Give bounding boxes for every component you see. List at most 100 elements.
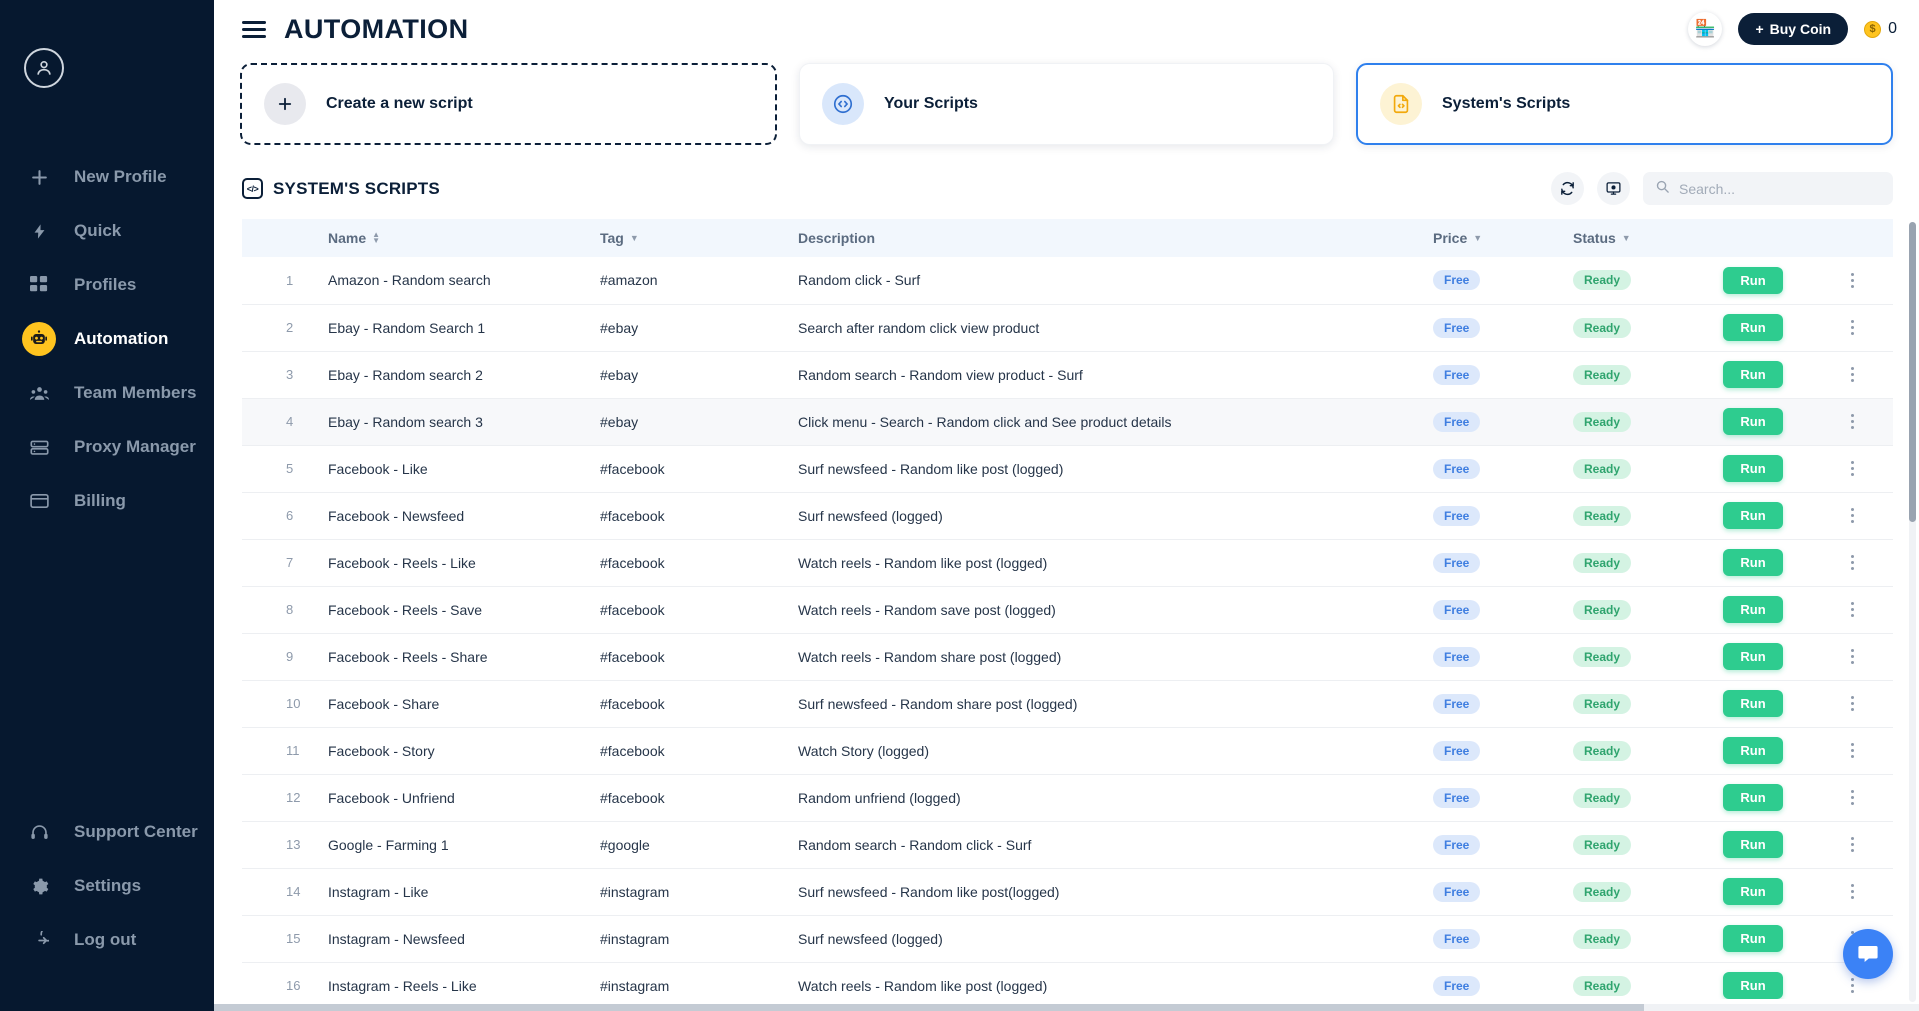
row-kebab-menu-icon[interactable] <box>1843 367 1861 382</box>
create-new-script-card[interactable]: Create a new script <box>240 63 777 145</box>
sidebar-item-automation[interactable]: Automation <box>0 312 214 366</box>
cell-run: Run <box>1723 445 1843 493</box>
table-row[interactable]: 15 Instagram - Newsfeed #instagram Surf new… <box>242 915 1893 963</box>
search-box[interactable] <box>1643 172 1893 205</box>
cell-menu <box>1843 257 1893 305</box>
your-scripts-card[interactable]: Your Scripts <box>799 63 1334 145</box>
run-button[interactable]: Run <box>1723 314 1783 341</box>
monitor-settings-icon[interactable] <box>1597 172 1630 205</box>
cell-index: 16 <box>242 962 320 999</box>
horizontal-scrollbar[interactable] <box>214 1004 1919 1011</box>
table-row[interactable]: 8 Facebook - Reels - Save #facebook Watch r… <box>242 586 1893 634</box>
sort-updown-icon[interactable]: ▲ ▼ <box>372 231 380 244</box>
column-name-label: Name <box>328 230 367 246</box>
column-name[interactable]: Name ▲ ▼ <box>320 219 600 257</box>
row-kebab-menu-icon[interactable] <box>1843 320 1861 335</box>
price-badge: Free <box>1433 928 1481 949</box>
cell-description: Watch reels - Random save post (logged) <box>798 586 1433 634</box>
run-button[interactable]: Run <box>1723 737 1783 764</box>
sidebar-item-profiles[interactable]: Profiles <box>0 258 214 312</box>
run-button[interactable]: Run <box>1723 784 1783 811</box>
scrollbar-thumb[interactable] <box>1909 222 1916 522</box>
row-kebab-menu-icon[interactable] <box>1843 696 1861 711</box>
sidebar-item-quick[interactable]: Quick <box>0 204 214 258</box>
table-row[interactable]: 13 Google - Farming 1 #google Random search… <box>242 821 1893 869</box>
run-button[interactable]: Run <box>1723 361 1783 388</box>
sidebar-item-proxy-manager[interactable]: Proxy Manager <box>0 420 214 474</box>
refresh-icon[interactable] <box>1551 172 1584 205</box>
row-kebab-menu-icon[interactable] <box>1843 837 1861 852</box>
table-row[interactable]: 6 Facebook - Newsfeed #facebook Surf newsfe… <box>242 492 1893 540</box>
run-button[interactable]: Run <box>1723 831 1783 858</box>
table-row[interactable]: 10 Facebook - Share #facebook Surf newsfeed… <box>242 680 1893 728</box>
row-kebab-menu-icon[interactable] <box>1843 414 1861 429</box>
cell-description: Watch reels - Random share post (logged) <box>798 633 1433 681</box>
cell-price: Free <box>1433 304 1573 352</box>
run-button[interactable]: Run <box>1723 972 1783 999</box>
sidebar-item-label: Quick <box>74 221 122 240</box>
run-button[interactable]: Run <box>1723 549 1783 576</box>
run-button[interactable]: Run <box>1723 596 1783 623</box>
systems-scripts-card[interactable]: System's Scripts <box>1356 63 1893 145</box>
row-kebab-menu-icon[interactable] <box>1843 649 1861 664</box>
table-row[interactable]: 11 Facebook - Story #facebook Watch Story (… <box>242 727 1893 775</box>
table-vertical-scrollbar[interactable] <box>1909 222 1916 1002</box>
row-kebab-menu-icon[interactable] <box>1843 272 1861 288</box>
run-button[interactable]: Run <box>1723 690 1783 717</box>
table-row[interactable]: 12 Facebook - Unfriend #facebook Random unf… <box>242 774 1893 822</box>
sidebar-item-new-profile[interactable]: New Profile <box>0 150 214 204</box>
proxy-server-icon <box>22 430 56 464</box>
chevron-down-icon[interactable]: ▼ <box>1473 233 1482 243</box>
run-button[interactable]: Run <box>1723 266 1783 294</box>
table-row[interactable]: 1 Amazon - Random search #amazon Random cli… <box>242 257 1893 305</box>
run-button[interactable]: Run <box>1723 408 1783 435</box>
avatar[interactable] <box>0 0 214 88</box>
sidebar-item-settings[interactable]: Settings <box>0 859 214 913</box>
row-kebab-menu-icon[interactable] <box>1843 790 1861 805</box>
table-row[interactable]: 5 Facebook - Like #facebook Surf newsfeed -… <box>242 445 1893 493</box>
cell-index: 11 <box>242 727 320 775</box>
scrollbar-thumb-horizontal[interactable] <box>214 1004 1644 1011</box>
cell-index: 15 <box>242 915 320 963</box>
column-status[interactable]: Status ▼ <box>1573 219 1723 257</box>
table-row[interactable]: 14 Instagram - Like #instagram Surf newsfee… <box>242 868 1893 916</box>
cell-tag: #facebook <box>600 492 798 540</box>
cell-price: Free <box>1433 445 1573 493</box>
column-price-label: Price <box>1433 230 1468 246</box>
store-icon[interactable]: 🏪 <box>1688 12 1723 46</box>
row-kebab-menu-icon[interactable] <box>1843 508 1861 523</box>
cell-description: Random search - Random click - Surf <box>798 821 1433 869</box>
run-button[interactable]: Run <box>1723 643 1783 670</box>
chevron-down-icon[interactable]: ▼ <box>630 233 639 243</box>
row-kebab-menu-icon[interactable] <box>1843 884 1861 899</box>
hamburger-icon[interactable] <box>242 17 266 42</box>
column-tag[interactable]: Tag ▼ <box>600 219 798 257</box>
chat-bubble-icon[interactable] <box>1843 929 1893 979</box>
sidebar-item-billing[interactable]: Billing <box>0 474 214 528</box>
user-avatar-icon[interactable] <box>24 48 64 88</box>
table-row[interactable]: 3 Ebay - Random search 2 #ebay Random searc… <box>242 351 1893 399</box>
search-input[interactable] <box>1679 180 1881 197</box>
table-row[interactable]: 9 Facebook - Reels - Share #facebook Watch … <box>242 633 1893 681</box>
sidebar-item-log-out[interactable]: Log out <box>0 913 214 967</box>
row-kebab-menu-icon[interactable] <box>1843 978 1861 993</box>
table-row[interactable]: 4 Ebay - Random search 3 #ebay Click menu -… <box>242 398 1893 446</box>
row-kebab-menu-icon[interactable] <box>1843 555 1861 570</box>
row-kebab-menu-icon[interactable] <box>1843 602 1861 617</box>
row-kebab-menu-icon[interactable] <box>1843 461 1861 476</box>
sidebar-item-team-members[interactable]: Team Members <box>0 366 214 420</box>
buy-coin-button[interactable]: + Buy Coin <box>1738 13 1849 45</box>
sidebar-item-support-center[interactable]: Support Center <box>0 805 214 859</box>
table-row[interactable]: 7 Facebook - Reels - Like #facebook Watch r… <box>242 539 1893 587</box>
cell-tag: #ebay <box>600 398 798 446</box>
run-button[interactable]: Run <box>1723 878 1783 905</box>
column-price[interactable]: Price ▼ <box>1433 219 1573 257</box>
run-button[interactable]: Run <box>1723 925 1783 952</box>
run-button[interactable]: Run <box>1723 455 1783 482</box>
run-button[interactable]: Run <box>1723 502 1783 529</box>
row-kebab-menu-icon[interactable] <box>1843 743 1861 758</box>
table-row[interactable]: 2 Ebay - Random Search 1 #ebay Search after… <box>242 304 1893 352</box>
table-header-row: Name ▲ ▼ Tag ▼ Description Price ▼ Statu… <box>242 219 1893 257</box>
chevron-down-icon[interactable]: ▼ <box>1622 233 1631 243</box>
table-row[interactable]: 16 Instagram - Reels - Like #instagram Watc… <box>242 962 1893 999</box>
